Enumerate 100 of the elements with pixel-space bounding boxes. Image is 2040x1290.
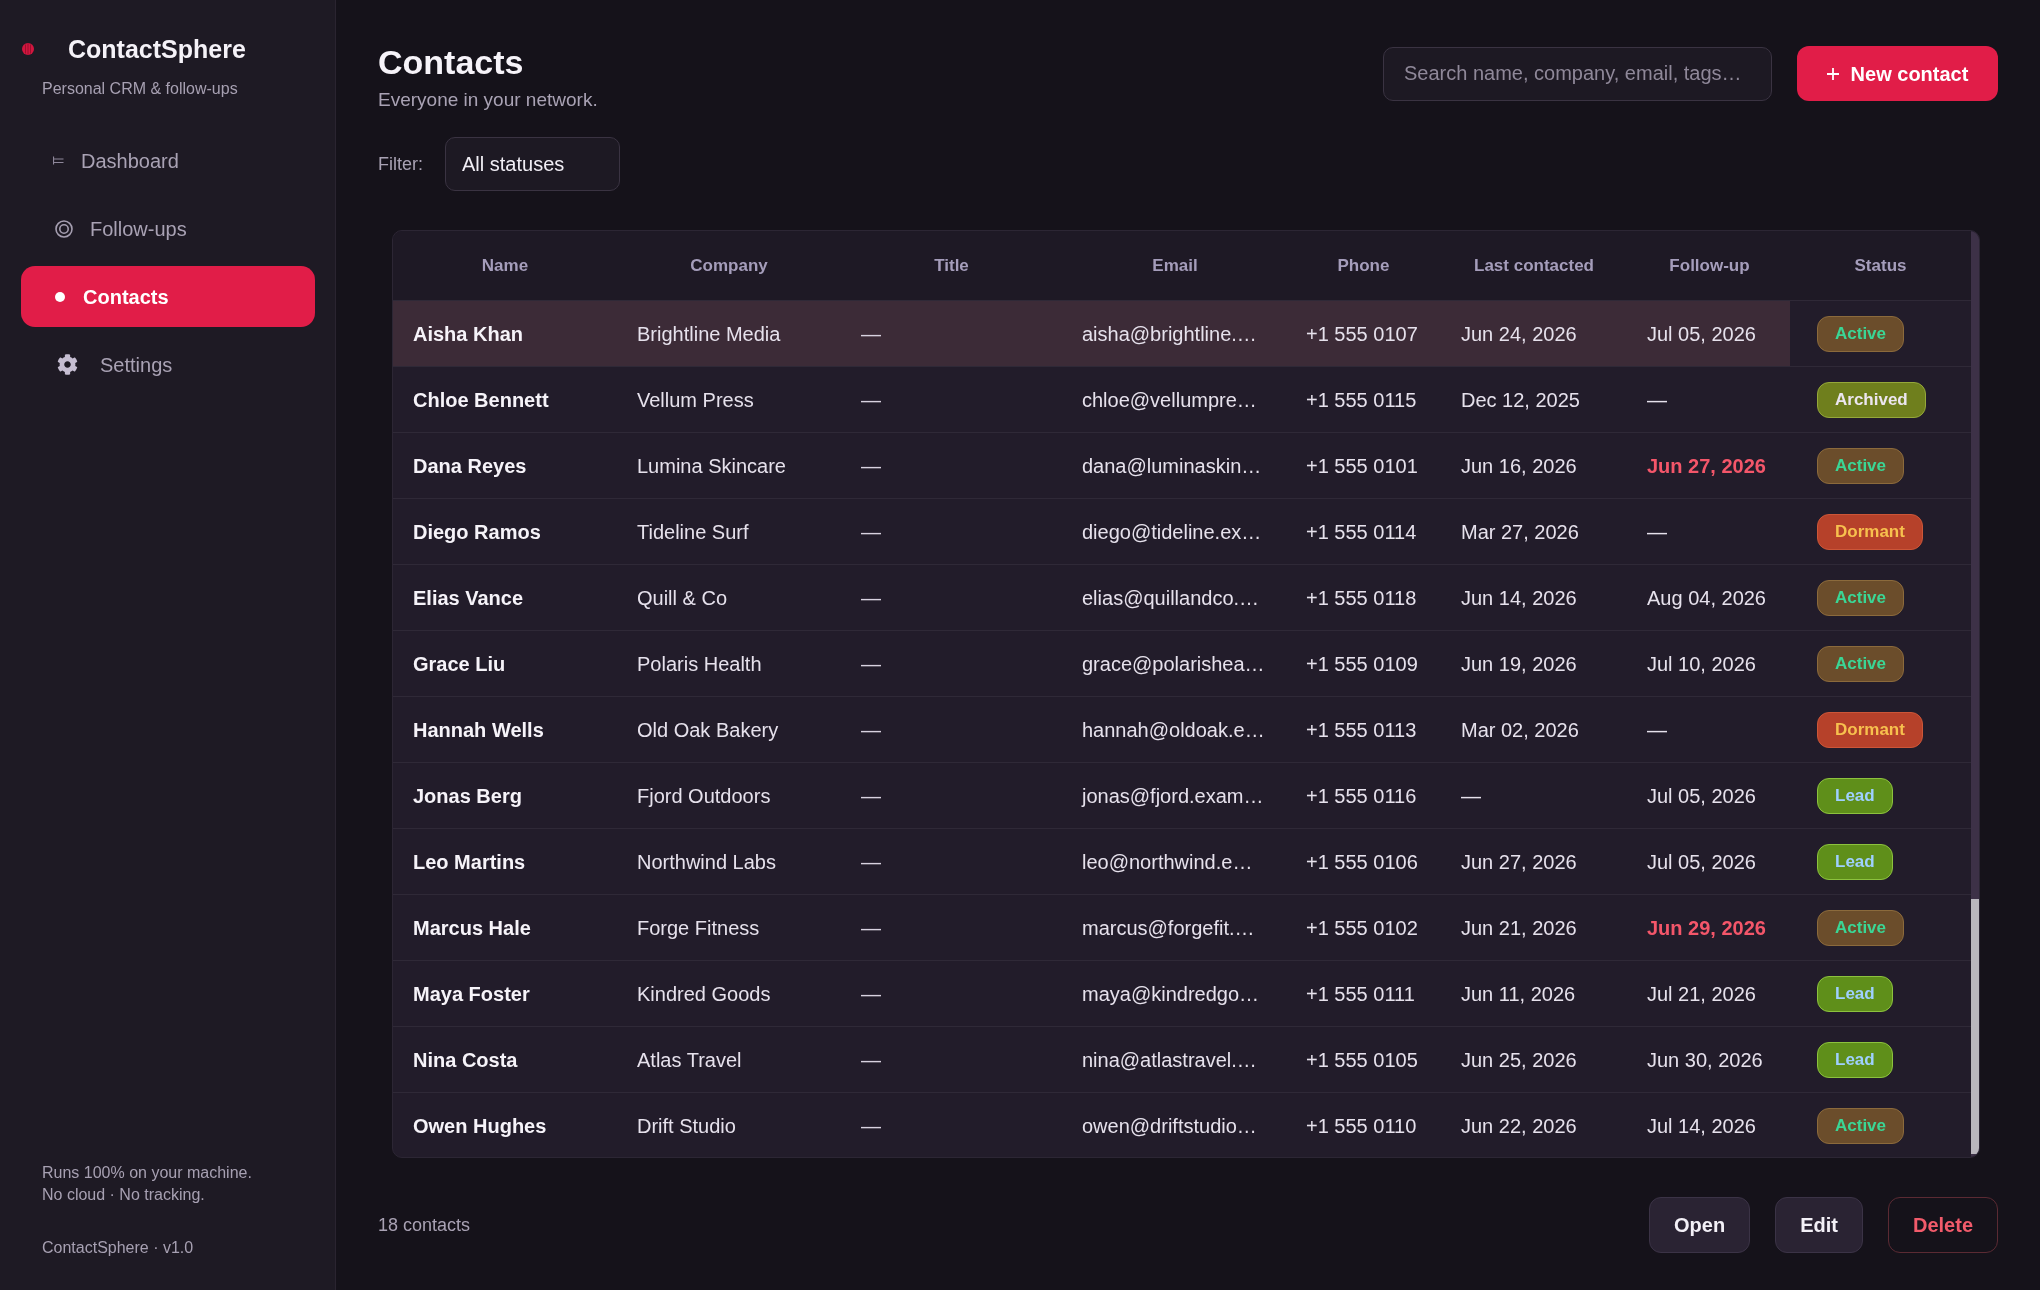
follow-up-cell-text: Aug 04, 2026 <box>1647 585 1766 611</box>
table-row[interactable]: Aisha Khan Brightline Media — aisha@brightline.… +1 555 0107 Jun 24, 2026 Jul 05, 2026 Active <box>393 301 1971 367</box>
company-cell-text: Atlas Travel <box>637 1047 742 1073</box>
table-row[interactable]: Maya Foster Kindred Goods — maya@kindredgo… +1 555 0111 Jun 11, 2026 Jul 21, 2026 Lead <box>393 961 1971 1027</box>
table-row[interactable]: Nina Costa Atlas Travel — nina@atlastravel.… +1 555 0105 Jun 25, 2026 Jun 30, 2026 Lead <box>393 1027 1971 1093</box>
status-badge: Active <box>1817 315 1905 352</box>
search-field[interactable]: Search name, company, email, tags… <box>1383 46 1772 101</box>
last-contacted-cell-text: Mar 27, 2026 <box>1461 519 1579 545</box>
table-row[interactable]: Grace Liu Polaris Health — grace@polarishea… +1 555 0109 Jun 19, 2026 Jul 10, 2026 Active <box>393 631 1971 697</box>
status-badge: Lead <box>1817 843 1893 880</box>
status-badge: Active <box>1817 645 1905 682</box>
new-contact-button[interactable]: New contact <box>1797 46 1998 101</box>
company-cell-text: Lumina Skincare <box>637 453 786 479</box>
phone-cell-text: +1 555 0115 <box>1306 387 1417 413</box>
email-cell-text: nina@atlastravel.… <box>1082 1047 1257 1073</box>
email-cell-text: aisha@brightline.… <box>1082 321 1257 347</box>
company-cell-text: Fjord Outdoors <box>637 783 771 809</box>
phone-cell-text: +1 555 0114 <box>1306 519 1417 545</box>
nav-item[interactable]: Settings <box>21 334 315 395</box>
name-cell-text: Chloe Bennett <box>413 387 549 413</box>
title-cell-text: — <box>861 585 881 611</box>
title-cell-text: — <box>861 783 881 809</box>
email-cell-text: hannah@oldoak.e… <box>1082 717 1265 743</box>
phone-cell-text: +1 555 0111 <box>1306 981 1415 1007</box>
column-header: Email <box>1152 254 1198 277</box>
table-row[interactable]: Jonas Berg Fjord Outdoors — jonas@fjord.exam… +1 555 0116 — Jul 05, 2026 Lead <box>393 763 1971 829</box>
phone-cell-text: +1 555 0105 <box>1306 1047 1418 1073</box>
status-badge: Active <box>1817 1107 1905 1144</box>
nav-item[interactable]: Dashboard <box>21 130 315 191</box>
column-header: Last contacted <box>1474 254 1594 277</box>
name-cell-text: Jonas Berg <box>413 783 522 809</box>
title-cell-text: — <box>861 387 881 413</box>
nav-item[interactable]: Contacts <box>21 266 315 327</box>
follow-up-cell-text: Jul 21, 2026 <box>1647 981 1756 1007</box>
column-header: Phone <box>1337 254 1390 277</box>
column-header: Status <box>1854 254 1907 277</box>
nav-item[interactable]: Follow-ups <box>21 198 315 259</box>
dot-icon <box>55 291 65 302</box>
title-cell-text: — <box>861 1113 881 1139</box>
name-cell-text: Hannah Wells <box>413 717 544 743</box>
company-cell-text: Kindred Goods <box>637 981 771 1007</box>
status-badge: Dormant <box>1817 711 1923 748</box>
follow-up-cell-text: — <box>1647 717 1667 743</box>
table-row[interactable]: Dana Reyes Lumina Skincare — dana@luminaskin… +1 555 0101 Jun 16, 2026 Jun 27, 2026 Active <box>393 433 1971 499</box>
brand-title: ContactSphere <box>68 34 246 65</box>
title-cell-text: — <box>861 453 881 479</box>
name-cell-text: Nina Costa <box>413 1047 518 1073</box>
table-row[interactable]: Elias Vance Quill & Co — elias@quillandco.… +1 555 0118 Jun 14, 2026 Aug 04, 2026 Active <box>393 565 1971 631</box>
phone-cell-text: +1 555 0109 <box>1306 651 1418 677</box>
email-cell-text: marcus@forgefit.… <box>1082 915 1255 941</box>
logo-icon <box>22 43 34 55</box>
table-row[interactable]: Owen Hughes Drift Studio — owen@driftstudio… +1 555 0110 Jun 22, 2026 Jul 14, 2026 Active <box>393 1093 1971 1157</box>
name-cell-text: Marcus Hale <box>413 915 531 941</box>
phone-cell-text: +1 555 0107 <box>1306 321 1418 347</box>
column-header: Title <box>934 254 969 277</box>
last-contacted-cell-text: Dec 12, 2025 <box>1461 387 1580 413</box>
follow-up-cell-text: Jun 27, 2026 <box>1647 453 1766 479</box>
status-badge: Active <box>1817 909 1905 946</box>
follow-up-cell-text: Jun 29, 2026 <box>1647 915 1766 941</box>
status-badge: Active <box>1817 447 1905 484</box>
last-contacted-cell-text: Jun 16, 2026 <box>1461 453 1577 479</box>
filter-label: Filter: <box>378 152 423 176</box>
last-contacted-cell-text: Jun 11, 2026 <box>1461 981 1576 1007</box>
contact-count: 18 contacts <box>378 1213 471 1237</box>
action-button[interactable]: Delete <box>1887 1197 1998 1253</box>
plus-icon <box>1826 67 1839 80</box>
email-cell-text: owen@driftstudio… <box>1082 1113 1257 1139</box>
follow-up-cell-text: Jul 14, 2026 <box>1647 1113 1756 1139</box>
table-row[interactable]: Chloe Bennett Vellum Press — chloe@vellumpre… +1 555 0115 Dec 12, 2025 — Archived <box>393 367 1971 433</box>
name-cell-text: Diego Ramos <box>413 519 541 545</box>
action-button[interactable]: Open <box>1649 1197 1751 1253</box>
action-button[interactable]: Edit <box>1775 1197 1863 1253</box>
status-badge: Lead <box>1817 975 1893 1012</box>
phone-cell-text: +1 555 0102 <box>1306 915 1418 941</box>
status-badge: Archived <box>1817 381 1926 418</box>
status-filter-select[interactable]: All statuses <box>445 137 620 191</box>
table-row[interactable]: Marcus Hale Forge Fitness — marcus@forgefit.… +1 555 0102 Jun 21, 2026 Jun 29, 2026 Active <box>393 895 1971 961</box>
email-cell-text: dana@luminaskin… <box>1082 453 1262 479</box>
title-cell-text: — <box>861 1047 881 1073</box>
follow-up-cell-text: Jun 30, 2026 <box>1647 1047 1763 1073</box>
status-badge: Lead <box>1817 777 1893 814</box>
table-row[interactable]: Diego Ramos Tideline Surf — diego@tideline.ex… +1 555 0114 Mar 27, 2026 — Dormant <box>393 499 1971 565</box>
table-row[interactable]: Hannah Wells Old Oak Bakery — hannah@oldoak.e… +1 555 0113 Mar 02, 2026 — Dormant <box>393 697 1971 763</box>
name-cell-text: Grace Liu <box>413 651 506 677</box>
company-cell-text: Brightline Media <box>637 321 781 347</box>
company-cell-text: Vellum Press <box>637 387 754 413</box>
last-contacted-cell-text: — <box>1461 783 1481 809</box>
last-contacted-cell-text: Jun 25, 2026 <box>1461 1047 1577 1073</box>
phone-cell-text: +1 555 0113 <box>1306 717 1417 743</box>
company-cell-text: Forge Fitness <box>637 915 760 941</box>
follow-up-cell-text: Jul 05, 2026 <box>1647 783 1756 809</box>
last-contacted-cell-text: Mar 02, 2026 <box>1461 717 1579 743</box>
company-cell-text: Polaris Health <box>637 651 762 677</box>
follow-up-cell-text: Jul 05, 2026 <box>1647 321 1756 347</box>
title-cell-text: — <box>861 717 881 743</box>
title-cell-text: — <box>861 849 881 875</box>
scrollbar-thumb[interactable] <box>1971 899 1979 1154</box>
column-header: Follow-up <box>1669 254 1750 277</box>
last-contacted-cell-text: Jun 21, 2026 <box>1461 915 1577 941</box>
table-row[interactable]: Leo Martins Northwind Labs — leo@northwind.e… +1 555 0106 Jun 27, 2026 Jul 05, 2026 Lead <box>393 829 1971 895</box>
